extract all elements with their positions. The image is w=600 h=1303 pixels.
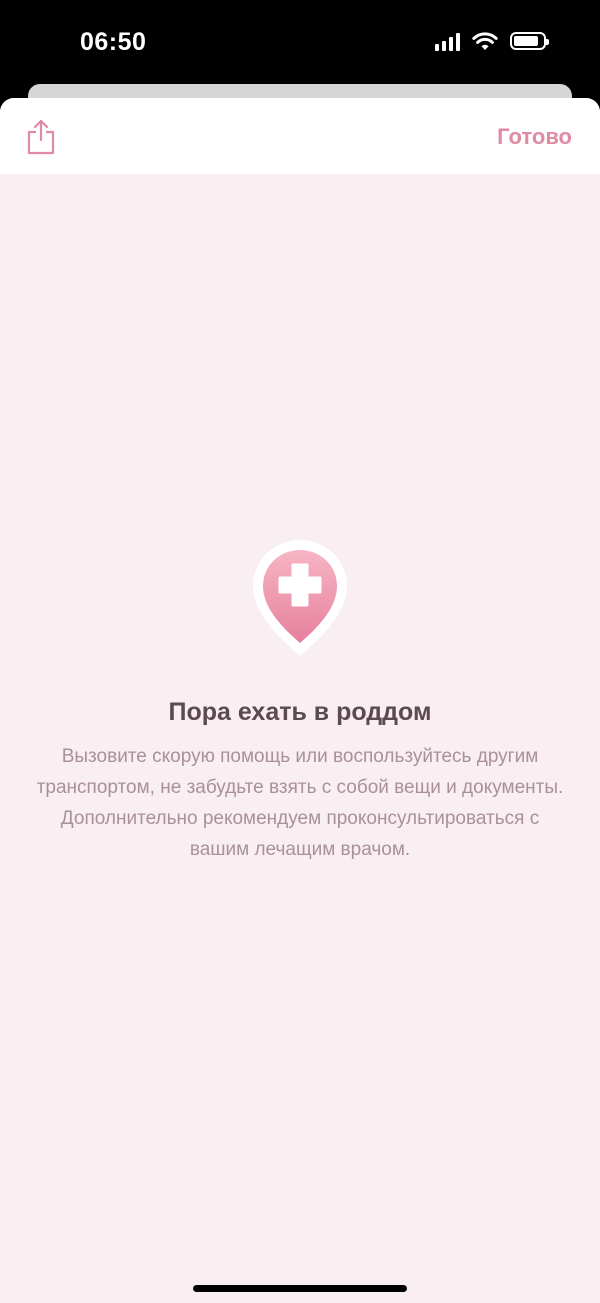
share-icon[interactable] xyxy=(26,118,56,156)
status-bar: 06:50 xyxy=(0,0,600,88)
wifi-icon xyxy=(472,32,498,50)
done-button[interactable]: Готово xyxy=(497,124,572,150)
modal-sheet: Готово Пора ехать в роддом Вызовите скор… xyxy=(0,98,600,1303)
cellular-signal-icon xyxy=(435,31,460,51)
empty-state: Пора ехать в роддом Вызовите скорую помо… xyxy=(0,538,600,865)
empty-state-title: Пора ехать в роддом xyxy=(168,698,432,726)
status-icons xyxy=(435,31,549,51)
battery-icon xyxy=(510,32,549,50)
status-time: 06:50 xyxy=(80,28,147,56)
empty-state-text: Вызовите скорую помощь или воспользуйтес… xyxy=(36,746,564,860)
home-indicator[interactable] xyxy=(193,1285,407,1292)
sheet-header: Готово xyxy=(0,98,600,174)
medical-pin-icon xyxy=(253,540,347,656)
